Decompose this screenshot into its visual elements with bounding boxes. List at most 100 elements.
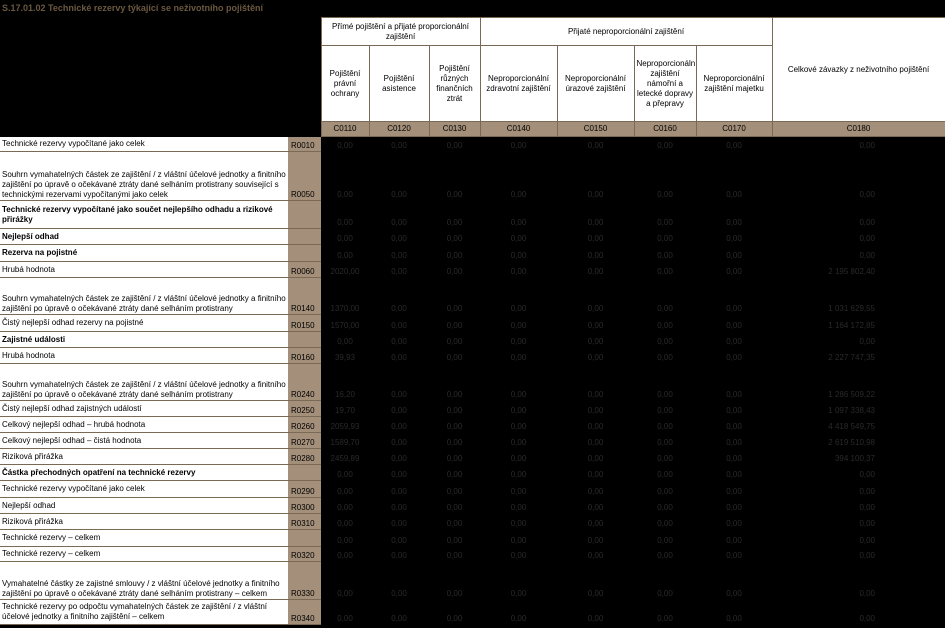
value-cell: 0,00 [557, 136, 634, 152]
value-cell: 0,00 [634, 432, 696, 449]
value-cell: 0,00 [557, 464, 634, 481]
report-title: S.17.01.02 Technické rezervy týkající se… [2, 3, 263, 13]
value-cell: 0,00 [369, 151, 429, 201]
header-group-direct: Přímé pojištění a přijaté proporcionální… [320, 17, 481, 46]
table-row: Hrubá hodnota R0060 2020,00 0,00 0,00 0,00 0,0… [0, 261, 945, 278]
value-cell: 0,00 [557, 277, 634, 315]
value-cell: 0,00 [321, 151, 369, 201]
value-cell: 0,00 [429, 448, 480, 465]
header-column: Neproporcionální úrazové zajištění [556, 45, 635, 122]
value-cell: 0,00 [369, 314, 429, 332]
row-code: R0320 [288, 546, 321, 562]
value-cell: 0,00 [772, 228, 945, 245]
row-code: R0270 [288, 432, 321, 449]
value-cell: 0,00 [557, 480, 634, 498]
row-label: Technické rezervy po odpočtu vymahatelný… [0, 599, 288, 625]
value-cell: 0,00 [369, 200, 429, 229]
value-cell: 0,00 [480, 497, 557, 514]
value-cell: 0,00 [557, 228, 634, 245]
value-cell: 0,00 [480, 228, 557, 245]
value-cell: 0,00 [772, 546, 945, 562]
value-cell: 0,00 [480, 400, 557, 417]
value-cell: 1370,00 [321, 277, 369, 315]
value-cell: 16,20 [321, 363, 369, 401]
value-cell: 0,00 [634, 277, 696, 315]
value-cell: 0,00 [369, 244, 429, 262]
value-cell: 1 031 629,55 [772, 277, 945, 315]
value-cell: 0,00 [480, 136, 557, 152]
code-row-blank [0, 121, 321, 137]
value-cell: 0,00 [696, 513, 773, 530]
column-code: C0150 [556, 121, 635, 137]
value-cell: 0,00 [634, 546, 696, 562]
value-cell: 0,00 [369, 228, 429, 245]
row-code: R0310 [288, 513, 321, 530]
value-cell: 0,00 [772, 331, 945, 348]
value-cell: 0,00 [634, 331, 696, 348]
row-code: R0260 [288, 416, 321, 433]
row-label: Technické rezervy vypočítané jako celek [0, 136, 288, 152]
table-row: Technické rezervy – celkem R0320 0,00 0,00 0… [0, 546, 945, 562]
value-cell: 1589,70 [321, 432, 369, 449]
value-cell: 0,00 [557, 448, 634, 465]
value-cell: 0,00 [369, 513, 429, 530]
value-cell: 0,00 [480, 347, 557, 364]
value-cell: 0,00 [369, 363, 429, 401]
value-cell: 0,00 [321, 331, 369, 348]
table-body: Technické rezervy vypočítané jako celek R… [0, 136, 945, 625]
value-cell: 0,00 [429, 314, 480, 332]
value-cell: 0,00 [429, 561, 480, 600]
value-cell: 0,00 [634, 561, 696, 600]
column-code: C0160 [633, 121, 697, 137]
table-row: Technické rezervy po odpočtu vymahatelný… [0, 599, 945, 625]
technical-provisions-table: Přímé pojištění a přijaté proporcionální… [0, 17, 945, 625]
value-cell: 0,00 [696, 331, 773, 348]
table-row: Technické rezervy vypočítané jako součet… [0, 200, 945, 229]
value-cell: 0,00 [557, 331, 634, 348]
header-column: Pojištění právní ochrany [320, 45, 370, 122]
value-cell: 0,00 [429, 529, 480, 547]
value-cell: 0,00 [369, 497, 429, 514]
row-code [288, 228, 321, 245]
value-cell: 4 418 549,75 [772, 416, 945, 433]
row-code: R0150 [288, 314, 321, 332]
value-cell: 0,00 [634, 228, 696, 245]
value-cell: 2020,00 [321, 261, 369, 278]
value-cell: 0,00 [480, 314, 557, 332]
row-label: Technické rezervy vypočítané jako celek [0, 480, 288, 498]
value-cell: 0,00 [696, 561, 773, 600]
value-cell: 0,00 [429, 228, 480, 245]
row-code: R0300 [288, 497, 321, 514]
value-cell: 0,00 [369, 347, 429, 364]
value-cell: 0,00 [480, 261, 557, 278]
row-label: Souhrn vymahatelných částek ze zajištění… [0, 151, 288, 201]
table-row: Souhrn vymahatelných částek ze zajištění… [0, 277, 945, 315]
value-cell: 0,00 [480, 244, 557, 262]
table-row: Technické rezervy – celkem 0,00 0,00 0,00 0,… [0, 529, 945, 547]
value-cell: 0,00 [772, 136, 945, 152]
value-cell: 0,00 [429, 151, 480, 201]
header-group-nonproportional: Přijaté neproporcionální zajištění [479, 17, 773, 46]
value-cell: 0,00 [772, 200, 945, 229]
row-label: Nejlepší odhad [0, 497, 288, 514]
row-code: R0250 [288, 400, 321, 417]
column-code: C0130 [428, 121, 481, 137]
value-cell: 0,00 [429, 546, 480, 562]
value-cell: 0,00 [634, 529, 696, 547]
value-cell: 0,00 [696, 314, 773, 332]
value-cell: 0,00 [321, 561, 369, 600]
header-column: Pojištění asistence [368, 45, 430, 122]
value-cell: 0,00 [634, 599, 696, 625]
row-code: R0340 [288, 599, 321, 625]
column-code: C0110 [320, 121, 370, 137]
value-cell: 0,00 [480, 416, 557, 433]
value-cell: 0,00 [634, 464, 696, 481]
table-row: Nejlepší odhad R0300 0,00 0,00 0,00 0,00 0,00 0… [0, 497, 945, 514]
value-cell: 2 195 802,40 [772, 261, 945, 278]
value-cell: 1 164 172,85 [772, 314, 945, 332]
value-cell: 2 619 510,98 [772, 432, 945, 449]
row-label: Technické rezervy vypočítané jako součet… [0, 200, 288, 229]
value-cell: 0,00 [429, 400, 480, 417]
value-cell: 394 100,37 [772, 448, 945, 465]
value-cell: 0,00 [634, 363, 696, 401]
